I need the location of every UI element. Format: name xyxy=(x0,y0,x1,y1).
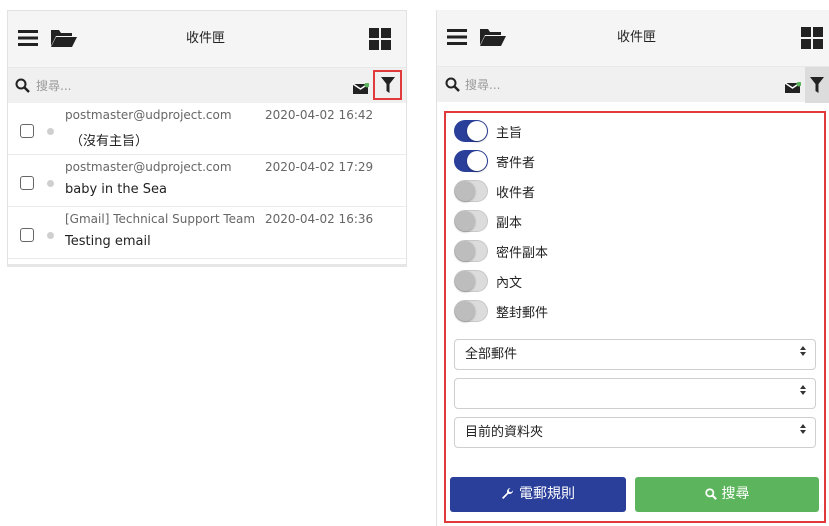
folder-open-icon[interactable] xyxy=(479,26,507,52)
app-header: 收件匣 xyxy=(437,10,829,66)
toggle-label: 副本 xyxy=(496,216,523,231)
unread-dot xyxy=(47,232,54,239)
mail-list-panel: 收件匣 搜尋... postmaster@udproject.com 2020-… xyxy=(7,10,407,267)
toggle-label: 寄件者 xyxy=(496,156,536,171)
mail-date: 2020-04-02 17:29 xyxy=(265,160,374,174)
toggle-label: 密件副本 xyxy=(496,246,549,261)
mail-icon[interactable] xyxy=(784,79,802,98)
toggle-label: 主旨 xyxy=(496,126,523,141)
search-icon xyxy=(445,77,460,96)
list-item[interactable]: [Gmail] Technical Support Team 2020-04-0… xyxy=(8,207,406,259)
toggle-switch[interactable] xyxy=(454,300,488,322)
search-button[interactable]: 搜尋 xyxy=(635,477,819,512)
filter-icon xyxy=(381,77,395,97)
search-label: 搜尋 xyxy=(721,486,750,502)
unread-dot xyxy=(47,128,54,135)
select-checkbox[interactable] xyxy=(20,124,34,138)
wrench-icon xyxy=(501,479,514,514)
select-checkbox[interactable] xyxy=(20,176,34,190)
filter-icon xyxy=(810,77,824,97)
grid-icon[interactable] xyxy=(801,27,823,53)
mail-subject: baby in the Sea xyxy=(65,182,167,197)
filter-options: 主旨 寄件者 收件者 副本 密件副本 內文 整封郵件 全部郵件 目前的資料夾 電… xyxy=(444,111,826,523)
scope-select[interactable]: 全部郵件 xyxy=(454,339,816,370)
mail-sender: postmaster@udproject.com xyxy=(65,160,232,174)
search-icon xyxy=(15,78,30,97)
mail-rules-label: 電郵規則 xyxy=(519,486,575,502)
mail-sender: postmaster@udproject.com xyxy=(65,108,232,122)
search-filter-panel: 收件匣 搜尋... 主旨 寄件者 收件者 副本 密件副本 內文 整封郵件 全部郵… xyxy=(436,10,829,526)
unread-dot xyxy=(47,180,54,187)
mail-date: 2020-04-02 16:36 xyxy=(265,212,374,226)
search-input[interactable]: 搜尋... xyxy=(465,67,500,103)
date-select[interactable] xyxy=(454,378,816,409)
select-checkbox[interactable] xyxy=(20,228,34,242)
chevron-updown-icon xyxy=(799,379,807,408)
toggle-switch[interactable] xyxy=(454,150,488,172)
list-item[interactable]: postmaster@udproject.com 2020-04-02 16:4… xyxy=(8,103,406,155)
list-item[interactable]: postmaster@udproject.com 2020-04-02 17:2… xyxy=(8,155,406,207)
toggle-label: 內文 xyxy=(496,276,523,291)
chevron-updown-icon xyxy=(799,418,807,447)
folder-open-icon[interactable] xyxy=(50,27,78,53)
menu-icon[interactable] xyxy=(446,26,468,52)
mail-subject: （沒有主旨） xyxy=(70,134,149,149)
grid-icon[interactable] xyxy=(369,28,391,54)
app-header: 收件匣 xyxy=(8,11,406,67)
toggle-label: 收件者 xyxy=(496,186,536,201)
mail-rules-button[interactable]: 電郵規則 xyxy=(450,477,626,512)
mail-sender: [Gmail] Technical Support Team xyxy=(65,212,256,226)
toggle-switch[interactable] xyxy=(454,210,488,232)
page-title: 收件匣 xyxy=(186,31,226,46)
select-value: 全部郵件 xyxy=(465,347,518,362)
filter-button[interactable] xyxy=(373,70,402,100)
folder-select[interactable]: 目前的資料夾 xyxy=(454,417,816,448)
select-value: 目前的資料夾 xyxy=(465,425,544,440)
menu-icon[interactable] xyxy=(17,27,39,53)
chevron-updown-icon xyxy=(799,340,807,369)
search-icon xyxy=(704,479,717,514)
search-bar: 搜尋... xyxy=(437,66,829,103)
mail-subject: Testing email xyxy=(65,234,151,249)
page-title: 收件匣 xyxy=(617,30,657,45)
toggle-switch[interactable] xyxy=(454,240,488,262)
search-bar: 搜尋... xyxy=(8,67,406,103)
mail-date: 2020-04-02 16:42 xyxy=(265,108,374,122)
toggle-switch[interactable] xyxy=(454,270,488,292)
toggle-label: 整封郵件 xyxy=(496,306,549,321)
search-input[interactable]: 搜尋... xyxy=(36,68,71,104)
mail-icon[interactable] xyxy=(352,80,370,99)
toggle-switch[interactable] xyxy=(454,180,488,202)
toggle-switch[interactable] xyxy=(454,120,488,142)
filter-button[interactable] xyxy=(805,67,829,103)
